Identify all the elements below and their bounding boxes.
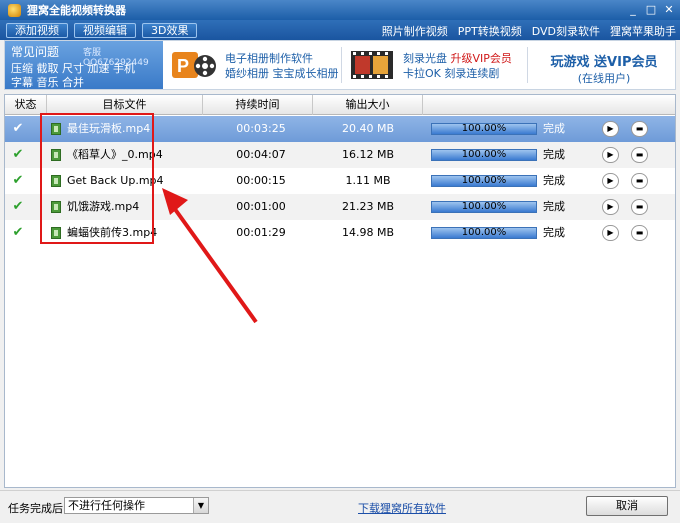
status-text: 完成	[543, 122, 565, 135]
header-duration[interactable]: 持续时间	[203, 95, 313, 115]
divider	[527, 47, 528, 83]
folder-icon[interactable]: ▬	[631, 147, 648, 163]
task-complete-label: 任务完成后:	[8, 502, 67, 515]
faq-panel: 常见问题 客服QQ676292449 压缩 截取 尺寸 加速 手机 字幕 音乐 …	[5, 41, 163, 89]
header-target-file[interactable]: 目标文件	[47, 95, 203, 115]
play-icon[interactable]: ▶	[602, 225, 619, 241]
header-blank	[423, 95, 675, 115]
play-icon[interactable]: ▶	[602, 199, 619, 215]
ppt-film-icon: P	[172, 52, 216, 78]
ad-banner: 常见问题 客服QQ676292449 压缩 截取 尺寸 加速 手机 字幕 音乐 …	[4, 40, 676, 90]
duration: 00:00:15	[236, 174, 286, 187]
app-icon	[8, 3, 21, 17]
cancel-button[interactable]: 取消	[586, 496, 668, 516]
check-icon: ✔	[12, 147, 24, 162]
folder-icon[interactable]: ▬	[631, 121, 648, 137]
faq-links-row2[interactable]: 字幕 音乐 合并	[11, 74, 84, 90]
play-icon[interactable]: ▶	[602, 121, 619, 137]
output-size: 21.23 MB	[341, 200, 395, 213]
duration: 00:01:29	[236, 226, 286, 239]
close-button[interactable]: ✕	[662, 3, 676, 17]
3d-effect-button[interactable]: 3D效果	[142, 22, 198, 38]
album-ad[interactable]: 电子相册制作软件 婚纱相册 宝宝成长相册	[225, 51, 339, 81]
game-vip-ad[interactable]: 玩游戏 送VIP会员 (在线用户)	[535, 51, 673, 86]
folder-icon[interactable]: ▬	[631, 199, 648, 215]
chevron-down-icon[interactable]: ▼	[193, 498, 208, 513]
duration: 00:03:25	[236, 122, 286, 135]
divider	[341, 47, 342, 83]
check-icon: ✔	[12, 199, 24, 214]
status-text: 完成	[543, 174, 565, 187]
play-icon[interactable]: ▶	[602, 147, 619, 163]
status-text: 完成	[543, 148, 565, 161]
duration: 00:04:07	[236, 148, 286, 161]
highlight-box	[40, 113, 154, 244]
progress-bar: 100.00%	[431, 123, 537, 135]
faq-title[interactable]: 常见问题	[11, 43, 59, 60]
after-task-select[interactable]: 不进行任何操作 ▼	[64, 497, 209, 514]
progress-bar: 100.00%	[431, 149, 537, 161]
play-icon[interactable]: ▶	[602, 173, 619, 189]
duration: 00:01:00	[236, 200, 286, 213]
minimize-button[interactable]: _	[626, 3, 640, 17]
download-all-link[interactable]: 下载狸窝所有软件	[358, 500, 446, 516]
bottom-bar: 任务完成后: 不进行任何操作 ▼ 下载狸窝所有软件 取消	[0, 490, 680, 523]
check-icon: ✔	[12, 121, 24, 136]
check-icon: ✔	[12, 225, 24, 240]
progress-bar: 100.00%	[431, 227, 537, 239]
output-size: 16.12 MB	[341, 148, 395, 161]
add-video-button[interactable]: 添加视频	[6, 22, 68, 38]
header-output-size[interactable]: 输出大小	[313, 95, 423, 115]
edit-video-button[interactable]: 视频编辑	[74, 22, 136, 38]
toolbar: 添加视频 视频编辑 3D效果 照片制作视频 PPT转换视频 DVD刻录软件 狸窝…	[0, 20, 680, 40]
apple-helper-link[interactable]: 狸窝苹果助手	[610, 23, 676, 39]
folder-icon[interactable]: ▬	[631, 173, 648, 189]
maximize-button[interactable]: □	[644, 3, 658, 17]
status-text: 完成	[543, 226, 565, 239]
header-status[interactable]: 状态	[5, 95, 47, 115]
check-icon: ✔	[12, 173, 24, 188]
folder-icon[interactable]: ▬	[631, 225, 648, 241]
film-strip-icon	[351, 51, 393, 79]
status-text: 完成	[543, 200, 565, 213]
window-title: 狸窝全能视频转换器	[27, 4, 126, 17]
burn-ad[interactable]: 刻录光盘 升级VIP会员 卡拉OK 刻录连续剧	[403, 51, 512, 81]
ppt-video-link[interactable]: PPT转换视频	[458, 23, 522, 39]
title-bar: 狸窝全能视频转换器 _ □ ✕	[0, 0, 680, 20]
photo-video-link[interactable]: 照片制作视频	[382, 23, 448, 39]
progress-bar: 100.00%	[431, 175, 537, 187]
output-size: 1.11 MB	[345, 174, 391, 187]
list-header: 状态 目标文件 持续时间 输出大小	[5, 95, 675, 115]
dvd-burn-link[interactable]: DVD刻录软件	[532, 23, 600, 39]
progress-bar: 100.00%	[431, 201, 537, 213]
output-size: 20.40 MB	[341, 122, 395, 135]
output-size: 14.98 MB	[341, 226, 395, 239]
svg-text:P: P	[177, 56, 189, 76]
